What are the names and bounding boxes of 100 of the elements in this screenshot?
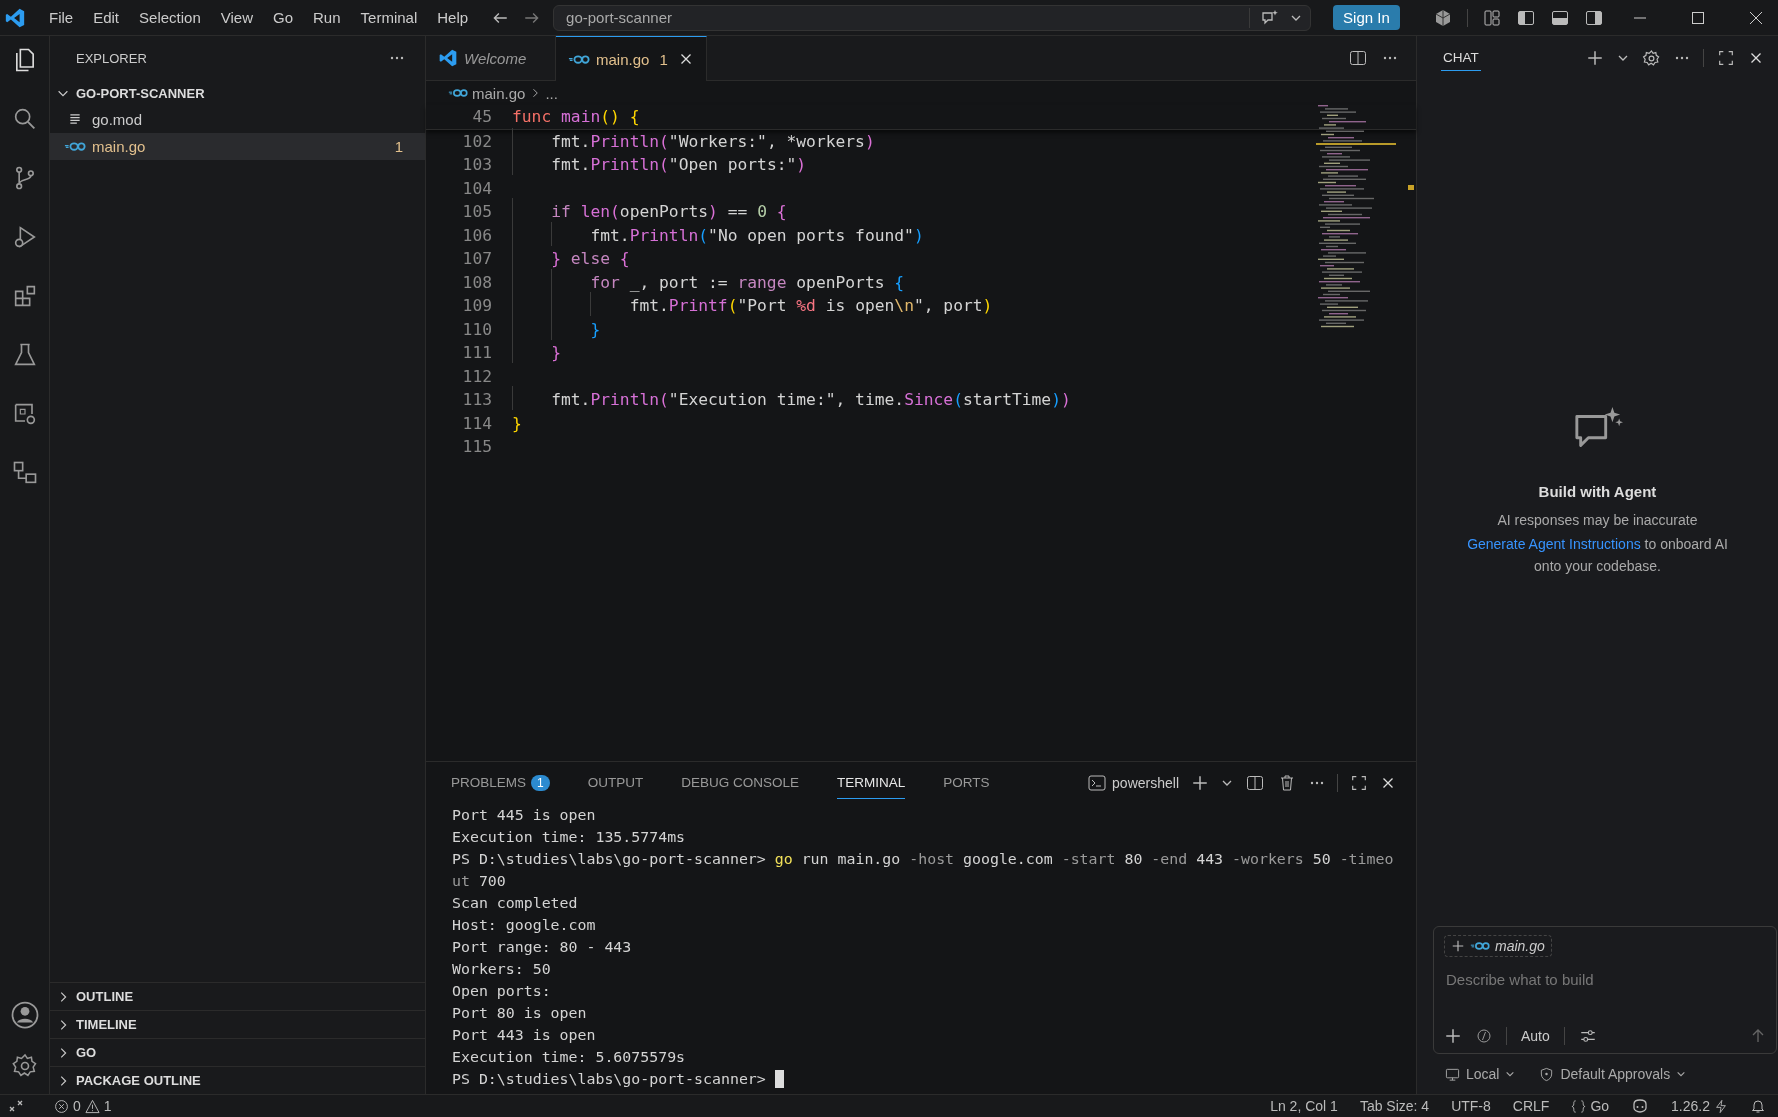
menu-item[interactable]: Run bbox=[304, 5, 350, 30]
line-number: 102 bbox=[461, 131, 492, 151]
line-number: 105 bbox=[461, 202, 492, 222]
section-header[interactable]: OUTLINE bbox=[50, 982, 425, 1010]
mode-picker[interactable]: Auto bbox=[1521, 1028, 1550, 1044]
sidebar-title: EXPLORER bbox=[76, 50, 147, 66]
terminal-shell-button[interactable]: powershell bbox=[1088, 775, 1179, 791]
app-logo-icon bbox=[438, 48, 458, 68]
problems-status[interactable]: 0 1 bbox=[54, 1098, 112, 1114]
code-line: } else { bbox=[512, 249, 630, 269]
error-icon bbox=[54, 1098, 69, 1114]
panel-tab[interactable]: TERMINAL bbox=[837, 767, 906, 799]
menu-item[interactable]: Terminal bbox=[351, 5, 427, 30]
tree-item[interactable]: main.go 1 bbox=[50, 133, 425, 160]
code-line: for _, port := range openPorts { bbox=[512, 272, 905, 292]
plus-icon[interactable] bbox=[1586, 49, 1604, 67]
folder-item[interactable]: GO-PORT-SCANNER bbox=[50, 80, 425, 106]
sliders-icon[interactable] bbox=[1578, 1027, 1597, 1045]
account-icon[interactable] bbox=[9, 1000, 40, 1030]
panel-tab[interactable]: PROBLEMS 1 bbox=[451, 766, 550, 800]
shield-icon bbox=[1539, 1066, 1555, 1082]
terminal-line: Open ports: bbox=[452, 981, 552, 1002]
line-number: 113 bbox=[461, 390, 492, 410]
code-line: } bbox=[512, 413, 522, 433]
code-line: fmt.Println("Workers:", *workers) bbox=[512, 131, 875, 151]
plus-icon bbox=[1451, 939, 1465, 953]
go-file-icon bbox=[1470, 941, 1490, 951]
language-status[interactable]: Go bbox=[1571, 1098, 1610, 1114]
send-arrow-icon[interactable] bbox=[1750, 1028, 1766, 1044]
app-logo-icon bbox=[4, 6, 26, 29]
go-file-icon bbox=[448, 88, 468, 98]
layout-icon[interactable] bbox=[1482, 7, 1502, 28]
panel-tab[interactable]: OUTPUT bbox=[587, 767, 644, 799]
terminal-line: Workers: 50 bbox=[452, 959, 552, 980]
menu-item[interactable]: Edit bbox=[84, 5, 129, 30]
terminal-line: Host: google.com bbox=[452, 915, 597, 936]
cube-icon[interactable] bbox=[1433, 7, 1453, 28]
terminal-line: Execution time: 5.6075579s bbox=[452, 1047, 687, 1068]
instructions-link[interactable]: Generate Agent Instructions bbox=[1467, 536, 1641, 552]
code-line: } bbox=[512, 319, 601, 339]
line-number: 104 bbox=[461, 178, 492, 198]
status-item[interactable]: Tab Size: 4 bbox=[1359, 1098, 1430, 1114]
split-editor-icon[interactable] bbox=[1348, 48, 1368, 68]
panel-tab[interactable]: DEBUG CONSOLE bbox=[681, 767, 799, 799]
menu-item[interactable]: View bbox=[211, 5, 262, 30]
status-item[interactable]: CRLF bbox=[1512, 1098, 1550, 1114]
section-header[interactable]: GO bbox=[50, 1038, 425, 1066]
terminal-line: Port 443 is open bbox=[452, 1025, 597, 1046]
attachment-chip[interactable]: main.go bbox=[1444, 935, 1552, 957]
maximize-panel-icon[interactable] bbox=[1717, 49, 1735, 67]
terminal-line: PS D:\studies\labs\go-port-scanner> go run main.go -host google.com -start 80 -end 443 -workers 50 -timeo bbox=[452, 849, 1395, 870]
terminal-line: Port 445 is open bbox=[452, 805, 597, 826]
bell-icon[interactable] bbox=[1750, 1098, 1766, 1114]
go-file-icon bbox=[64, 141, 86, 152]
menu-item[interactable]: File bbox=[40, 5, 83, 30]
menu-item[interactable]: Go bbox=[264, 5, 302, 30]
settings-icon[interactable] bbox=[1642, 48, 1661, 68]
go-file-icon bbox=[568, 53, 590, 65]
line-number: 109 bbox=[461, 296, 492, 316]
maximize-panel-icon[interactable] bbox=[1350, 774, 1368, 792]
section-header[interactable]: TIMELINE bbox=[50, 1010, 425, 1038]
tree-item[interactable]: go.mod bbox=[50, 106, 425, 133]
menu-item[interactable]: Help bbox=[428, 5, 478, 30]
chat-input[interactable]: main.go Describe what to build Auto bbox=[1433, 926, 1777, 1054]
code-line: fmt.Println("Open ports:") bbox=[512, 155, 807, 175]
panel-tab[interactable]: PORTS bbox=[943, 767, 990, 799]
line-number: 108 bbox=[461, 272, 492, 292]
split-terminal-icon[interactable] bbox=[1245, 773, 1265, 793]
chat-tab[interactable]: CHAT bbox=[1441, 45, 1481, 71]
breadcrumb-item[interactable]: main.go bbox=[472, 84, 526, 102]
status-item[interactable]: UTF-8 bbox=[1451, 1098, 1491, 1114]
terminal-icon bbox=[1088, 775, 1107, 791]
line-number: 106 bbox=[461, 225, 492, 245]
scrollbar-thumb[interactable] bbox=[1408, 185, 1414, 190]
terminal-line: Execution time: 135.5774ms bbox=[452, 827, 687, 848]
code-line: } bbox=[512, 343, 561, 363]
line-number: 115 bbox=[461, 437, 492, 457]
plus-icon[interactable] bbox=[1444, 1027, 1462, 1045]
target-picker[interactable]: Local bbox=[1445, 1066, 1516, 1082]
search-field[interactable]: go-port-scanner bbox=[553, 4, 1312, 31]
line-number: 107 bbox=[461, 249, 492, 269]
chat-heading: Build with Agent bbox=[1538, 483, 1657, 500]
plus-icon[interactable] bbox=[1191, 774, 1209, 792]
sign-in-button[interactable]: Sign In bbox=[1333, 5, 1400, 30]
line-number: 110 bbox=[461, 319, 492, 339]
chat-note: AI responses may be inaccurate bbox=[1497, 512, 1698, 528]
chat-paragraph: Generate Agent Instructions to onboard AI onto your codebase. bbox=[1466, 535, 1729, 576]
caret-icon bbox=[1676, 1069, 1687, 1079]
code-line: fmt.Println("No open ports found") bbox=[512, 225, 924, 245]
menu-item[interactable]: Selection bbox=[130, 5, 210, 30]
editor-tab[interactable]: main.go 1 bbox=[556, 36, 707, 81]
line-number: 103 bbox=[461, 155, 492, 175]
approvals-picker[interactable]: Default Approvals bbox=[1539, 1066, 1687, 1082]
breadcrumb-item[interactable]: ... bbox=[545, 84, 558, 102]
status-item[interactable]: Ln 2, Col 1 bbox=[1270, 1098, 1338, 1114]
warning-icon bbox=[84, 1098, 100, 1114]
tools-icon[interactable] bbox=[1476, 1028, 1492, 1044]
version-status[interactable]: 1.26.2 bbox=[1671, 1098, 1728, 1114]
text-cursor bbox=[774, 1070, 784, 1088]
section-header[interactable]: PACKAGE OUTLINE bbox=[50, 1066, 425, 1094]
